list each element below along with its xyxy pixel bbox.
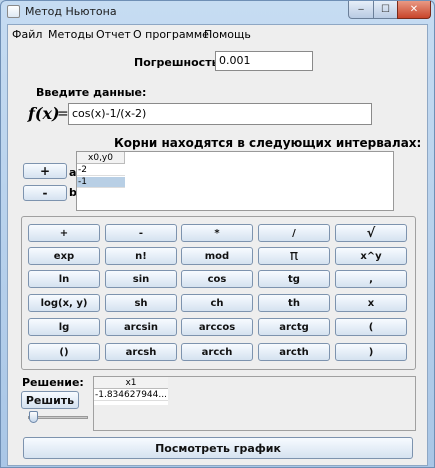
- key-button[interactable]: arcsin: [105, 318, 177, 336]
- key-button[interactable]: /: [258, 224, 330, 242]
- app-window: Метод Ньютона ‒ ☐ ✕ Файл Методы Отчет О …: [0, 0, 435, 468]
- key-button[interactable]: x: [335, 294, 407, 312]
- key-button[interactable]: (: [335, 318, 407, 336]
- key-button[interactable]: arcsh: [105, 343, 177, 361]
- error-input[interactable]: 0.001: [215, 51, 313, 71]
- solve-button[interactable]: Решить: [21, 391, 79, 409]
- solution-table-header: x1: [94, 377, 168, 389]
- roots-label: Корни находятся в следующих интервалах:: [114, 136, 422, 150]
- table-row[interactable]: -1: [77, 177, 125, 188]
- key-button[interactable]: (): [28, 343, 100, 361]
- menu-bar: Файл Методы Отчет О программе Помощь: [8, 25, 427, 43]
- title-bar[interactable]: Метод Ньютона ‒ ☐ ✕: [1, 1, 434, 22]
- minimize-button[interactable]: ‒: [348, 1, 374, 19]
- menu-help[interactable]: Помощь: [204, 28, 251, 41]
- key-button[interactable]: +: [28, 224, 100, 242]
- key-button[interactable]: -: [105, 224, 177, 242]
- key-button[interactable]: √: [335, 224, 407, 242]
- function-input[interactable]: cos(x)-1/(x-2): [68, 103, 372, 125]
- fx-label: f(x): [28, 104, 60, 123]
- menu-about[interactable]: О программе: [133, 28, 209, 41]
- menu-file[interactable]: Файл: [12, 28, 42, 41]
- key-button[interactable]: arcch: [181, 343, 253, 361]
- app-icon: [7, 5, 20, 18]
- close-button[interactable]: ✕: [397, 1, 431, 19]
- solution-panel: x1 -1.834627944...: [93, 376, 416, 431]
- menu-methods[interactable]: Методы: [48, 28, 94, 41]
- key-button[interactable]: arcth: [258, 343, 330, 361]
- menu-report[interactable]: Отчет: [96, 28, 131, 41]
- key-button[interactable]: ): [335, 343, 407, 361]
- key-button[interactable]: tg: [258, 270, 330, 288]
- roots-table[interactable]: x0,y0 -2 -1: [76, 151, 394, 211]
- solution-table[interactable]: x1 -1.834627944...: [94, 377, 168, 405]
- key-button[interactable]: exp: [28, 247, 100, 265]
- key-button[interactable]: ,: [335, 270, 407, 288]
- maximize-button[interactable]: ☐: [373, 1, 398, 19]
- key-button[interactable]: n!: [105, 247, 177, 265]
- key-button[interactable]: mod: [181, 247, 253, 265]
- key-button[interactable]: arccos: [181, 318, 253, 336]
- view-graph-button[interactable]: Посмотреть график: [23, 437, 413, 459]
- key-button[interactable]: x^y: [335, 247, 407, 265]
- main-panel: Файл Методы Отчет О программе Помощь Пог…: [7, 24, 428, 466]
- key-button[interactable]: *: [181, 224, 253, 242]
- fx-equals: =: [57, 106, 69, 122]
- table-row[interactable]: -2: [77, 165, 125, 176]
- key-button[interactable]: th: [258, 294, 330, 312]
- slider-thumb[interactable]: [29, 411, 38, 423]
- key-button[interactable]: π: [258, 247, 330, 265]
- add-interval-button[interactable]: +: [23, 163, 67, 179]
- key-button[interactable]: sin: [105, 270, 177, 288]
- key-button[interactable]: cos: [181, 270, 253, 288]
- key-button[interactable]: sh: [105, 294, 177, 312]
- window-title: Метод Ньютона: [25, 5, 117, 18]
- remove-interval-button[interactable]: -: [23, 185, 67, 201]
- input-prompt: Введите данные:: [36, 86, 147, 99]
- table-row[interactable]: -1.834627944...: [94, 390, 168, 401]
- key-button[interactable]: arctg: [258, 318, 330, 336]
- key-button[interactable]: lg: [28, 318, 100, 336]
- roots-table-header: x0,y0: [77, 152, 125, 164]
- key-button[interactable]: log(x, y): [28, 294, 100, 312]
- key-button[interactable]: ch: [181, 294, 253, 312]
- key-button[interactable]: ln: [28, 270, 100, 288]
- solution-label: Решение:: [22, 376, 84, 389]
